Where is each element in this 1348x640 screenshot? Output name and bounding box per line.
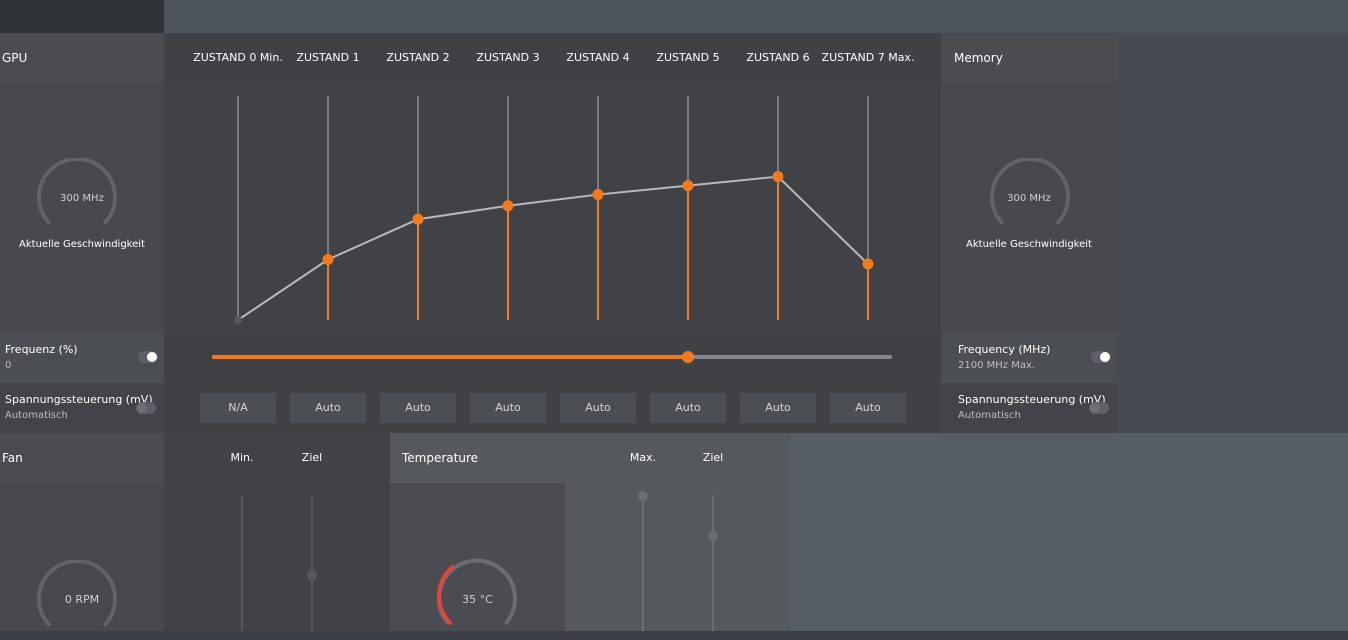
memory-voltage-title: Spannungssteuerung (mV) xyxy=(958,393,1106,406)
gpu-voltage-title: Spannungssteuerung (mV) xyxy=(5,393,153,406)
state-label-0: ZUSTAND 0 Min. xyxy=(193,51,283,64)
state-voltage-box-0[interactable]: N/A xyxy=(200,393,276,423)
state-label-4: ZUSTAND 4 xyxy=(566,51,630,64)
memory-frequency-title: Frequency (MHz) xyxy=(958,343,1051,356)
window-top-left-region xyxy=(0,0,164,33)
memory-voltage-row: Spannungssteuerung (mV) Automatisch xyxy=(941,383,1117,433)
memory-voltage-value: Automatisch xyxy=(958,410,1021,421)
state-label-1: ZUSTAND 1 xyxy=(296,51,360,64)
gpu-voltage-row: Spannungssteuerung (mV) Automatisch xyxy=(0,383,164,433)
temperature-max-slider-handle[interactable] xyxy=(638,491,648,501)
state-label-7: ZUSTAND 7 Max. xyxy=(821,51,915,64)
fan-gauge-panel: 0 RPM xyxy=(0,483,164,631)
gpu-frequency-title: Frequenz (%) xyxy=(5,343,78,356)
gpu-gauge-value: 300 MHz xyxy=(60,193,104,204)
gpu-frequency-value: 0 xyxy=(5,360,12,371)
fan-title: Fan xyxy=(2,451,23,465)
temperature-max-slider[interactable] xyxy=(642,495,644,631)
state-voltage-box-5[interactable]: Auto xyxy=(650,393,726,423)
gpu-gauge-caption: Aktuelle Geschwindigkeit xyxy=(19,239,145,250)
frequency-slider-handle[interactable] xyxy=(682,351,694,363)
state-voltage-box-7[interactable]: Auto xyxy=(830,393,906,423)
state-voltage-box-3[interactable]: Auto xyxy=(470,393,546,423)
memory-frequency-toggle[interactable] xyxy=(1091,351,1111,363)
state-curve-chart[interactable] xyxy=(164,83,941,333)
background-panel-right xyxy=(1117,33,1348,433)
state-point-2[interactable] xyxy=(412,213,424,225)
voltage-boxes-row xyxy=(164,383,941,433)
frequency-slider-row xyxy=(164,333,941,383)
background-panel-lower-right xyxy=(790,433,1348,631)
memory-frequency-value: 2100 MHz Max. xyxy=(958,360,1036,371)
temperature-slider-columns: Max. Ziel xyxy=(565,433,790,631)
state-voltage-box-1[interactable]: Auto xyxy=(290,393,366,423)
state-voltage-box-2[interactable]: Auto xyxy=(380,393,456,423)
fan-min-label: Min. xyxy=(230,451,254,464)
gpu-voltage-value: Automatisch xyxy=(5,410,68,421)
frequency-slider-fill xyxy=(212,355,688,359)
fan-section-header: Fan xyxy=(0,433,164,483)
fan-slider-columns: Min. Ziel xyxy=(164,433,390,631)
memory-section-header: Memory xyxy=(941,33,1117,83)
fan-gauge-value: 0 RPM xyxy=(64,593,100,606)
state-voltage-box-4[interactable]: Auto xyxy=(560,393,636,423)
state-point-6[interactable] xyxy=(772,171,784,183)
state-point-1[interactable] xyxy=(322,254,334,266)
gpu-title: GPU xyxy=(2,51,28,65)
gpu-gauge-panel: 300 MHz Aktuelle Geschwindigkeit xyxy=(0,83,164,333)
window-top-bar xyxy=(0,0,1348,33)
memory-title: Memory xyxy=(954,51,1003,65)
temperature-target-label: Ziel xyxy=(702,451,724,464)
fan-target-slider[interactable] xyxy=(311,495,313,631)
memory-frequency-row: Frequency (MHz) 2100 MHz Max. xyxy=(941,333,1117,383)
temperature-title: Temperature xyxy=(402,451,479,465)
memory-gauge-panel: 300 MHz Aktuelle Geschwindigkeit xyxy=(941,83,1117,333)
state-label-3: ZUSTAND 3 xyxy=(476,51,540,64)
gpu-voltage-toggle[interactable] xyxy=(136,402,156,414)
state-curve-line xyxy=(237,175,869,321)
state-label-2: ZUSTAND 2 xyxy=(386,51,450,64)
gpu-section-header: GPU xyxy=(0,33,164,83)
state-label-5: ZUSTAND 5 xyxy=(656,51,720,64)
state-label-6: ZUSTAND 6 xyxy=(746,51,810,64)
temperature-target-slider-handle[interactable] xyxy=(708,531,718,541)
state-point-4[interactable] xyxy=(592,189,604,201)
gpu-frequency-toggle[interactable] xyxy=(138,351,158,363)
fan-min-slider[interactable] xyxy=(241,495,243,631)
state-point-0[interactable] xyxy=(234,316,242,324)
state-point-5[interactable] xyxy=(682,180,694,192)
memory-voltage-toggle[interactable] xyxy=(1089,402,1109,414)
temperature-gauge-value: 35 °C xyxy=(462,593,493,606)
state-voltage-box-6[interactable]: Auto xyxy=(740,393,816,423)
temperature-gauge-panel: 35 °C xyxy=(390,483,565,631)
temperature-section-header: Temperature xyxy=(390,433,565,483)
fan-target-slider-handle[interactable] xyxy=(307,570,317,580)
temperature-target-slider[interactable] xyxy=(712,495,714,631)
frequency-slider-track[interactable] xyxy=(212,351,892,363)
temperature-max-label: Max. xyxy=(629,451,657,464)
memory-gauge-value: 300 MHz xyxy=(1007,193,1051,204)
gpu-frequency-row: Frequenz (%) 0 xyxy=(0,333,164,383)
states-header: ZUSTAND 0 Min. ZUSTAND 1 ZUSTAND 2 ZUSTAND … xyxy=(164,33,941,83)
state-point-7[interactable] xyxy=(862,258,874,270)
state-point-3[interactable] xyxy=(502,200,514,212)
memory-gauge-caption: Aktuelle Geschwindigkeit xyxy=(966,239,1092,250)
fan-target-label: Ziel xyxy=(301,451,323,464)
